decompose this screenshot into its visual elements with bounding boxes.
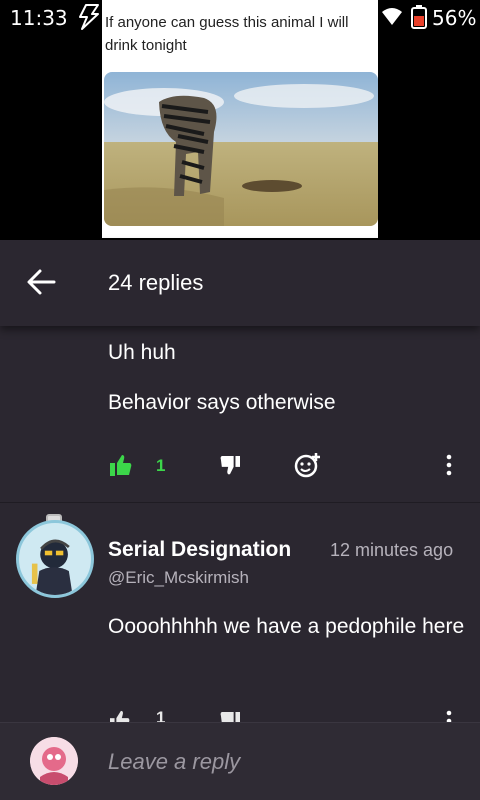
add-reaction-icon[interactable]	[294, 452, 322, 478]
reply-input[interactable]: Leave a reply	[108, 749, 240, 775]
comment-timestamp: 12 minutes ago	[330, 540, 454, 560]
reply-text-line: Uh huh	[108, 341, 176, 364]
thumbs-down-icon[interactable]	[220, 456, 240, 476]
more-options-icon[interactable]	[446, 454, 452, 476]
avatar[interactable]	[16, 520, 94, 598]
reply-text-line: Behavior says otherwise	[108, 391, 336, 414]
post-caption: If anyone can guess this animal I will d…	[105, 14, 349, 54]
more-options-icon[interactable]	[446, 710, 452, 722]
bolt-icon	[79, 4, 99, 30]
replies-header: 24 replies	[0, 240, 480, 326]
comment-author[interactable]: Serial Designation	[108, 538, 291, 562]
current-user-avatar	[30, 737, 78, 785]
thumbs-up-icon[interactable]	[110, 454, 132, 476]
like-count: 1	[156, 456, 166, 475]
thumbs-down-icon[interactable]	[220, 712, 240, 722]
reply-thread[interactable]: Uh huh Behavior says otherwise 1 Serial …	[0, 326, 480, 722]
wifi-icon	[382, 8, 402, 25]
reply-text: Oooohhhhh we have a pedophile here	[108, 615, 465, 638]
replies-count-title: 24 replies	[108, 270, 204, 295]
elephant-photo	[104, 72, 378, 226]
thumbs-up-icon[interactable]	[110, 710, 130, 722]
comment-handle[interactable]: @Eric_Mcskirmish	[108, 568, 249, 588]
arrow-left-icon[interactable]	[26, 268, 56, 296]
reply-composer[interactable]: Leave a reply	[0, 722, 480, 800]
battery-icon	[411, 5, 427, 29]
post-image[interactable]: If anyone can guess this animal I will d…	[102, 0, 378, 238]
like-count: 1	[156, 708, 166, 722]
clock: 11:33	[10, 6, 68, 30]
divider	[0, 502, 480, 503]
battery-percent: 56%	[432, 6, 477, 30]
